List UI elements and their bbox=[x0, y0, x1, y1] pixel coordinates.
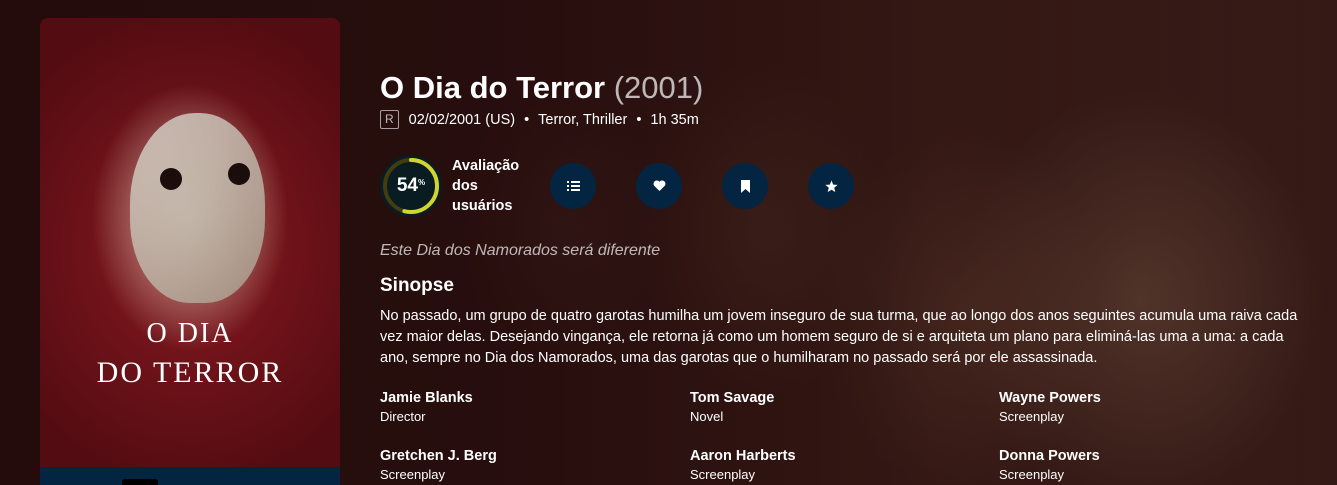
movie-title-row: O Dia do Terror (2001) bbox=[380, 70, 703, 106]
movie-header: O Dia do Terror (2001) R 02/02/2001 (US)… bbox=[380, 70, 703, 129]
score-percent: 54% bbox=[380, 155, 442, 217]
overview-heading: Sinopse bbox=[380, 275, 454, 296]
crew-job: Screenplay bbox=[999, 467, 1065, 482]
user-score-chart[interactable]: 54% bbox=[380, 155, 442, 217]
movie-year: (2001) bbox=[613, 70, 704, 105]
watchlist-button[interactable] bbox=[722, 163, 768, 209]
score-value: 54 bbox=[396, 175, 418, 196]
poster-eye-left bbox=[160, 168, 182, 190]
overview-text: No passado, um grupo de quatro garotas h… bbox=[380, 308, 1298, 366]
crew-member: Jamie Blanks Director bbox=[380, 388, 680, 425]
list-icon bbox=[566, 181, 580, 191]
bookmark-icon bbox=[740, 179, 750, 193]
crew-name[interactable]: Donna Powers bbox=[999, 446, 1299, 466]
actions-bar: 54% Avaliação dos usuários bbox=[380, 155, 894, 217]
score-unit: % bbox=[418, 177, 426, 187]
crew-name[interactable]: Jamie Blanks bbox=[380, 388, 680, 408]
movie-facts: R 02/02/2001 (US) • Terror, Thriller • 1… bbox=[380, 110, 703, 129]
score-label: Avaliação dos usuários bbox=[452, 158, 520, 214]
crew-member: Donna Powers Screenplay bbox=[999, 446, 1299, 483]
heart-icon bbox=[653, 180, 665, 191]
crew-name[interactable]: Gretchen J. Berg bbox=[380, 446, 680, 466]
crew-job: Screenplay bbox=[380, 467, 446, 482]
poster-expand-handle[interactable] bbox=[122, 479, 158, 485]
add-to-list-button[interactable] bbox=[550, 163, 596, 209]
crew-member: Aaron Harberts Screenplay bbox=[690, 446, 990, 483]
poster-eye-right bbox=[228, 163, 250, 185]
crew-job: Screenplay bbox=[690, 467, 756, 482]
runtime: 1h 35m bbox=[650, 111, 699, 128]
movie-title[interactable]: O Dia do Terror bbox=[380, 70, 605, 105]
crew-member: Wayne Powers Screenplay bbox=[999, 388, 1299, 425]
separator-dot: • bbox=[636, 111, 642, 128]
crew-name[interactable]: Tom Savage bbox=[690, 388, 990, 408]
crew-name[interactable]: Aaron Harberts bbox=[690, 446, 990, 466]
tagline: Este Dia dos Namorados será diferente bbox=[380, 242, 661, 259]
crew-member: Gretchen J. Berg Screenplay bbox=[380, 446, 680, 483]
poster-bottom-bar bbox=[40, 467, 340, 485]
star-icon bbox=[824, 180, 838, 192]
rate-button[interactable] bbox=[808, 163, 854, 209]
poster-mask-art bbox=[130, 113, 265, 303]
poster-title-line2: do Terror bbox=[96, 356, 284, 389]
crew-job: Novel bbox=[690, 409, 724, 424]
separator-dot: • bbox=[524, 111, 530, 128]
crew-job: Director bbox=[380, 409, 426, 424]
crew-job: Screenplay bbox=[999, 409, 1065, 424]
genres[interactable]: Terror, Thriller bbox=[538, 112, 627, 128]
favorite-button[interactable] bbox=[636, 163, 682, 209]
poster-title-line1: O Dia bbox=[146, 318, 234, 349]
crew-member: Tom Savage Novel bbox=[690, 388, 990, 425]
movie-poster[interactable]: O Dia do Terror bbox=[40, 18, 340, 485]
action-buttons bbox=[550, 163, 894, 209]
release-date: 02/02/2001 (US) bbox=[408, 111, 516, 128]
certification-badge: R bbox=[380, 110, 399, 129]
crew-name[interactable]: Wayne Powers bbox=[999, 388, 1299, 408]
